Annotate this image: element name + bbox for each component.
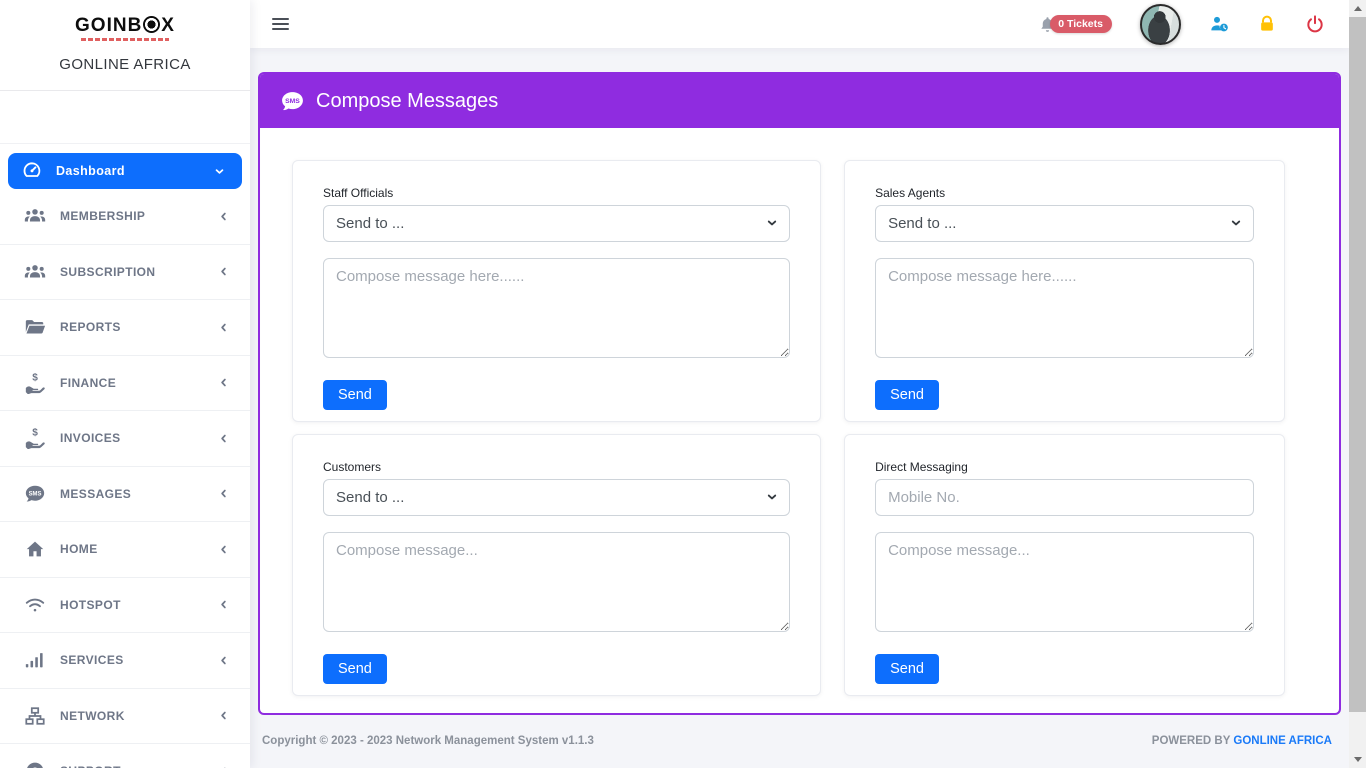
users-icon bbox=[24, 205, 46, 227]
home-icon bbox=[24, 538, 46, 560]
hand-dollar-icon bbox=[24, 372, 46, 394]
sidebar-item-dashboard[interactable]: Dashboard bbox=[8, 153, 242, 189]
tickets-badge: 0 Tickets bbox=[1050, 15, 1112, 33]
avatar[interactable] bbox=[1140, 4, 1181, 45]
users-icon bbox=[24, 261, 46, 283]
sidebar-item-subscription[interactable]: SUBSCRIPTION bbox=[0, 245, 250, 301]
chevron-left-icon bbox=[217, 376, 230, 389]
powered-by-label: POWERED BY bbox=[1152, 735, 1230, 747]
mobile-number-input[interactable] bbox=[875, 479, 1254, 516]
sms-icon bbox=[280, 89, 305, 114]
sidebar-item-hotspot[interactable]: HOTSPOT bbox=[0, 578, 250, 634]
footer: Copyright © 2023 - 2023 Network Manageme… bbox=[250, 718, 1349, 768]
top-navbar: 0 Tickets bbox=[250, 0, 1349, 48]
card-label: Direct Messaging bbox=[875, 460, 1254, 474]
scroll-down-button[interactable] bbox=[1349, 751, 1366, 768]
card-label: Customers bbox=[323, 460, 790, 474]
chevron-left-icon bbox=[217, 598, 230, 611]
sidebar-item-services[interactable]: SERVICES bbox=[0, 633, 250, 689]
chevron-left-icon bbox=[217, 709, 230, 722]
send-to-select[interactable]: Send to ... bbox=[875, 205, 1254, 242]
chevron-left-icon bbox=[217, 265, 230, 278]
vertical-scrollbar[interactable] bbox=[1349, 0, 1366, 768]
sidebar-item-messages[interactable]: MESSAGES bbox=[0, 467, 250, 523]
sidebar-item-label: NETWORK bbox=[60, 709, 125, 723]
user-clock-icon[interactable] bbox=[1209, 14, 1229, 34]
send-button[interactable]: Send bbox=[323, 654, 387, 684]
chevron-left-icon bbox=[217, 210, 230, 223]
sidebar: GOINBX GONLINE AFRICA Dashboard MEMBERSH… bbox=[0, 0, 250, 768]
hamburger-icon[interactable] bbox=[272, 15, 289, 33]
brand-name: GONLINE AFRICA bbox=[0, 56, 250, 73]
chevron-down-icon bbox=[213, 165, 226, 178]
sidebar-item-label: REPORTS bbox=[60, 320, 121, 334]
message-textarea[interactable] bbox=[323, 532, 790, 632]
chevron-left-icon bbox=[217, 432, 230, 445]
folder-open-icon bbox=[24, 316, 46, 338]
send-to-select[interactable]: Send to ... bbox=[323, 205, 790, 242]
chevron-left-icon bbox=[217, 543, 230, 556]
sidebar-item-home[interactable]: HOME bbox=[0, 522, 250, 578]
chevron-left-icon bbox=[217, 321, 230, 334]
logo-tagline-strip bbox=[81, 38, 169, 41]
direct-messaging-card: Direct Messaging Send bbox=[844, 434, 1285, 696]
send-button[interactable]: Send bbox=[875, 380, 939, 410]
brand-logo[interactable]: GOINBX GONLINE AFRICA bbox=[0, 0, 250, 91]
network-icon bbox=[24, 705, 46, 727]
panel-header: Compose Messages bbox=[260, 74, 1339, 128]
question-circle-icon bbox=[24, 760, 46, 768]
hand-dollar-icon bbox=[24, 427, 46, 449]
sms-icon bbox=[24, 483, 46, 505]
message-textarea[interactable] bbox=[875, 532, 1254, 632]
logo-o-icon bbox=[143, 16, 160, 33]
signal-bars-icon bbox=[24, 649, 46, 671]
sidebar-item-label: HOME bbox=[60, 542, 98, 556]
divider bbox=[0, 90, 250, 91]
lock-icon[interactable] bbox=[1257, 14, 1277, 34]
sidebar-item-label: INVOICES bbox=[60, 431, 121, 445]
notifications-button[interactable]: 0 Tickets bbox=[1038, 15, 1112, 34]
sidebar-item-membership[interactable]: MEMBERSHIP bbox=[0, 189, 250, 245]
panel-body: Staff Officials Send to ... Send Sales A… bbox=[260, 128, 1339, 714]
sidebar-item-label: MESSAGES bbox=[60, 487, 131, 501]
staff-officials-card: Staff Officials Send to ... Send bbox=[292, 160, 821, 422]
sidebar-item-label: SERVICES bbox=[60, 653, 124, 667]
scrollbar-thumb[interactable] bbox=[1349, 17, 1366, 712]
sidebar-item-label: HOTSPOT bbox=[60, 598, 121, 612]
send-button[interactable]: Send bbox=[875, 654, 939, 684]
sidebar-nav: Dashboard MEMBERSHIP SUBSCRIPTION REPORT… bbox=[0, 143, 250, 768]
sidebar-item-network[interactable]: NETWORK bbox=[0, 689, 250, 745]
page-title: Compose Messages bbox=[316, 90, 498, 113]
compose-messages-panel: Compose Messages Staff Officials Send to… bbox=[258, 72, 1341, 715]
sidebar-item-support[interactable]: SUPPORT bbox=[0, 744, 250, 768]
scroll-up-button[interactable] bbox=[1349, 0, 1366, 17]
card-label: Staff Officials bbox=[323, 186, 790, 200]
customers-card: Customers Send to ... Send bbox=[292, 434, 821, 696]
sidebar-item-label: SUBSCRIPTION bbox=[60, 265, 155, 279]
gauge-icon bbox=[22, 160, 44, 182]
powered-by: POWERED BY GONLINE AFRICA bbox=[1152, 735, 1332, 747]
message-textarea[interactable] bbox=[875, 258, 1254, 358]
message-textarea[interactable] bbox=[323, 258, 790, 358]
power-icon[interactable] bbox=[1305, 14, 1325, 34]
navbar-actions: 0 Tickets bbox=[1038, 4, 1325, 45]
chevron-left-icon bbox=[217, 654, 230, 667]
sidebar-item-label: SUPPORT bbox=[60, 764, 121, 768]
goinbox-logo: GOINBX bbox=[0, 16, 250, 35]
sidebar-item-label: Dashboard bbox=[56, 164, 125, 178]
send-button[interactable]: Send bbox=[323, 380, 387, 410]
sales-agents-card: Sales Agents Send to ... Send bbox=[844, 160, 1285, 422]
main-content: Compose Messages Staff Officials Send to… bbox=[250, 48, 1349, 768]
send-to-select[interactable]: Send to ... bbox=[323, 479, 790, 516]
chevron-left-icon bbox=[217, 487, 230, 500]
sidebar-item-reports[interactable]: REPORTS bbox=[0, 300, 250, 356]
wifi-icon bbox=[24, 594, 46, 616]
powered-by-link[interactable]: GONLINE AFRICA bbox=[1233, 735, 1332, 747]
copyright-text: Copyright © 2023 - 2023 Network Manageme… bbox=[262, 735, 594, 747]
sidebar-item-label: MEMBERSHIP bbox=[60, 209, 145, 223]
sidebar-item-finance[interactable]: FINANCE bbox=[0, 356, 250, 412]
sidebar-item-label: FINANCE bbox=[60, 376, 116, 390]
card-label: Sales Agents bbox=[875, 186, 1254, 200]
sidebar-item-invoices[interactable]: INVOICES bbox=[0, 411, 250, 467]
